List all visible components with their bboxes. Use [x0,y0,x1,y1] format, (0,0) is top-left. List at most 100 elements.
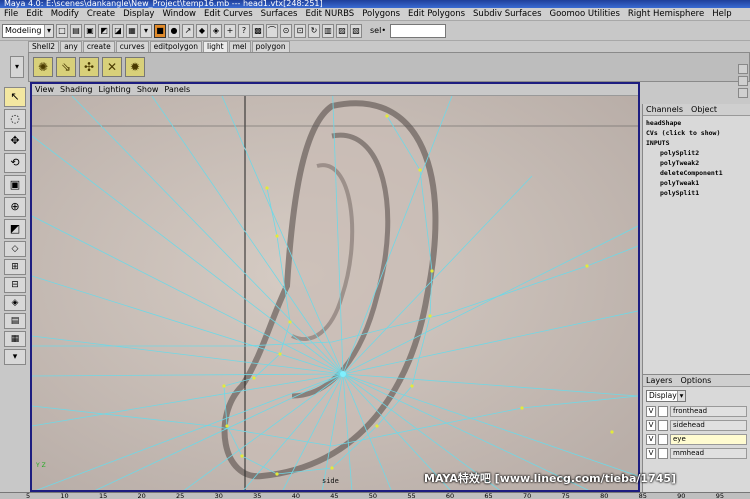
channel-input-item[interactable]: deleteComponent1 [646,168,747,178]
layer-template-toggle[interactable] [658,406,668,417]
channel-input-item[interactable]: polySplit2 [646,148,747,158]
layout-menu-icon[interactable]: ▾ [4,349,26,365]
mesh-vertex[interactable] [288,320,292,324]
mesh-vertex[interactable] [375,424,379,428]
snap-curve-icon[interactable]: ⌒ [266,23,278,38]
spot-light-icon[interactable]: ✣ [79,57,99,77]
channel-input-item[interactable]: polyTweak1 [646,178,747,188]
mesh-vertex[interactable] [330,466,334,470]
panel-menu-view[interactable]: View [32,84,57,95]
edge-mask-icon[interactable]: ↗ [182,23,194,38]
save-scene-icon[interactable]: ▣ [84,23,96,38]
point-light-icon[interactable]: ✺ [33,57,53,77]
mesh-vertex[interactable] [585,264,589,268]
select-object-icon[interactable]: ◪ [112,23,124,38]
menu-edit-nurbs[interactable]: Edit NURBS [301,8,358,20]
directional-light-icon[interactable]: ⇘ [56,57,76,77]
persp-outliner-layout-icon[interactable]: ◈ [4,295,26,311]
mesh-vertex[interactable] [225,424,229,428]
layer-type-dropdown[interactable]: Display ▾ [646,390,686,402]
scale-tool-icon[interactable]: ▣ [4,175,26,195]
mesh-vertex[interactable] [275,234,279,238]
menu-subdiv-surfaces[interactable]: Subdiv Surfaces [469,8,545,20]
selection-field[interactable] [390,23,447,38]
menu-file[interactable]: File [0,8,22,20]
select-hierarchy-icon[interactable]: ◩ [98,23,110,38]
open-scene-icon[interactable]: ▤ [70,23,82,38]
rotate-tool-icon[interactable]: ⟲ [4,153,26,173]
ambient-light-icon[interactable]: ✹ [125,57,145,77]
single-view-layout-icon[interactable]: ◇ [4,241,26,257]
panel-menu-shading[interactable]: Shading [57,84,96,95]
channel-tab-channels[interactable]: Channels [643,104,686,115]
layer-name[interactable]: mmhead [670,448,747,459]
uv-mask-icon[interactable]: ◈ [210,23,222,38]
menu-help[interactable]: Help [708,8,735,20]
layer-visibility-toggle[interactable]: V [646,448,656,459]
layer-row[interactable]: V sidehead [646,419,747,432]
manipulator-tool-icon[interactable]: ⊕ [4,197,26,217]
menu-display[interactable]: Display [119,8,158,20]
layer-name[interactable]: fronthead [670,406,747,417]
move-tool-icon[interactable]: ✥ [4,131,26,151]
menu-edit-polygons[interactable]: Edit Polygons [404,8,469,20]
layer-template-toggle[interactable] [658,420,668,431]
mesh-vertex[interactable] [278,352,282,356]
snap-grid-icon[interactable]: ▩ [252,23,264,38]
four-view-layout-icon[interactable]: ⊞ [4,259,26,275]
mesh-vertex[interactable] [410,384,414,388]
layer-row[interactable]: V mmhead [646,447,747,460]
point-mask-icon[interactable]: ● [168,23,180,38]
layer-row[interactable]: V fronthead [646,405,747,418]
shelf-tab-editpolygon[interactable]: editpolygon [149,41,202,52]
layer-row[interactable]: V eye [646,433,747,446]
render-globals-icon[interactable]: ▧ [350,23,362,38]
shelf-tab-curves[interactable]: curves [115,41,149,52]
time-slider[interactable]: 5 10 15 20 25 30 35 40 45 50 55 60 65 70 75 80 85 90 95 [0,492,750,499]
ipr-render-icon[interactable]: ▨ [336,23,348,38]
handle-mask-icon[interactable]: + [224,23,236,38]
layer-visibility-toggle[interactable]: V [646,434,656,445]
new-scene-icon[interactable]: □ [56,23,68,38]
mesh-vertex[interactable] [418,168,422,172]
mode-selector[interactable]: Modeling ▾ [2,23,54,38]
two-view-layout-icon[interactable]: ⊟ [4,277,26,293]
menu-edit-curves[interactable]: Edit Curves [200,8,257,20]
side-viewport[interactable]: View Shading Lighting Show Panels side Y… [30,82,640,492]
layers-menu[interactable]: Layers [643,375,675,386]
shelf-tab-shell2[interactable]: Shell2 [28,41,60,52]
face-mask-icon[interactable]: ◆ [196,23,208,38]
layer-visibility-toggle[interactable]: V [646,406,656,417]
layer-template-toggle[interactable] [658,434,668,445]
layer-name[interactable]: sidehead [670,420,747,431]
menu-polygons[interactable]: Polygons [358,8,404,20]
mesh-vertex[interactable] [222,384,226,388]
lasso-tool-icon[interactable]: ◌ [4,109,26,129]
menu-window[interactable]: Window [158,8,200,20]
layer-template-toggle[interactable] [658,448,668,459]
shelf-tab-create[interactable]: create [82,41,115,52]
menu-create[interactable]: Create [83,8,119,20]
mesh-vertex[interactable] [610,430,614,434]
area-light-icon[interactable]: ✕ [102,57,122,77]
hypershade-layout-icon[interactable]: ▦ [4,331,26,347]
menu-surfaces[interactable]: Surfaces [257,8,302,20]
channel-input-item[interactable]: polyTweak2 [646,158,747,168]
layer-editor-toggle-icon[interactable] [738,76,748,86]
layer-visibility-toggle[interactable]: V [646,420,656,431]
menu-right-hemisphere[interactable]: Right Hemisphere [624,8,708,20]
shelf-tab-polygon[interactable]: polygon [251,41,290,52]
channel-box-toggle-icon[interactable] [738,64,748,74]
pick-mask-icon[interactable]: ▾ [140,23,152,38]
layer-name[interactable]: eye [670,434,747,445]
channel-tab-object[interactable]: Object [688,104,720,115]
history-icon[interactable]: ↻ [308,23,320,38]
shelf-tab-any[interactable]: any [60,41,82,52]
mesh-vertex[interactable] [428,314,432,318]
panel-menu-panels[interactable]: Panels [161,84,193,95]
panel-menu-lighting[interactable]: Lighting [95,84,133,95]
mesh-vertex[interactable] [385,114,389,118]
select-component-icon[interactable]: ▦ [126,23,138,38]
channel-cvs[interactable]: CVs (click to show) [646,128,747,138]
misc-mask-icon[interactable]: ? [238,23,250,38]
